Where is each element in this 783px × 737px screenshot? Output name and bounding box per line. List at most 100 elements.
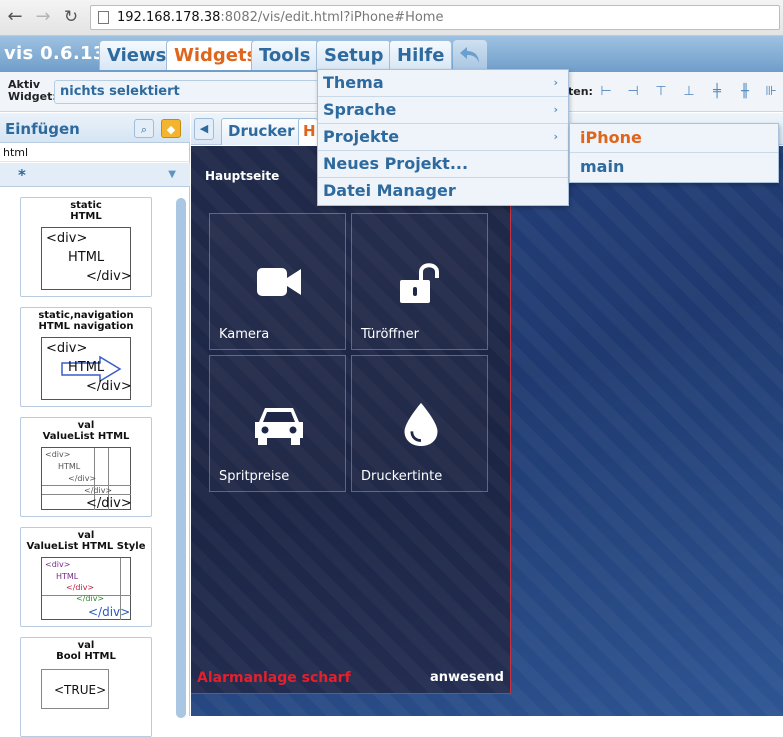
align-left-icon[interactable]: ⊢ — [599, 84, 613, 100]
widget-set-select[interactable]: * ▼ — [0, 163, 190, 187]
tab-view-home[interactable]: H — [298, 118, 318, 145]
tile-tueroeffner[interactable]: Türöffner — [351, 213, 488, 350]
preview-line: HTML — [58, 462, 81, 471]
align-label: ten: — [568, 85, 593, 98]
tile-kamera[interactable]: Kamera — [209, 213, 346, 350]
widget-preview: <div> HTML </div> </div> </div> — [41, 447, 132, 511]
project-item-main[interactable]: main — [570, 153, 778, 182]
widget-preview: <div> HTML </div> — [41, 337, 132, 400]
insert-panel: Einfügen ⌕ ◆ html * ▼ static HTML <div> … — [0, 113, 190, 737]
align-middle-icon[interactable]: ╫ — [738, 84, 752, 100]
palette-item-title: val ValueList HTML Style — [21, 528, 151, 552]
url-path: :8082/vis/edit.html?iPhone#Home — [220, 10, 444, 25]
menu-item-projekte[interactable]: Projekte › — [318, 124, 568, 151]
address-bar[interactable]: 192.168.178.38:8082/vis/edit.html?iPhone… — [90, 5, 780, 30]
setup-menu: Thema › Sprache › Projekte › Neues Proje… — [317, 69, 569, 206]
chevron-right-icon: › — [553, 130, 558, 143]
tile-label: Druckertinte — [361, 469, 443, 484]
palette-item-title: static HTML — [21, 198, 151, 222]
menu-item-label: Thema — [323, 73, 384, 92]
editor-canvas[interactable]: Hauptseite Kamera Türöffner Spritpreise … — [191, 146, 783, 716]
active-widget-label: Aktiv Widget: — [8, 79, 57, 103]
align-top-icon[interactable]: ⊤ — [654, 84, 668, 100]
preview-line: HTML — [56, 572, 79, 581]
align-center-icon[interactable]: ╪ — [710, 84, 724, 100]
undo-icon[interactable] — [453, 40, 487, 70]
tab-views[interactable]: Views — [99, 40, 175, 70]
palette-item-bool-html[interactable]: val Bool HTML <TRUE> — [20, 637, 152, 737]
menu-item-sprache[interactable]: Sprache › — [318, 97, 568, 124]
projects-submenu: iPhone main — [569, 123, 779, 183]
insert-panel-title: Einfügen — [5, 120, 80, 138]
align-distribute-icon[interactable]: ⊪ — [764, 84, 778, 100]
align-right-icon[interactable]: ⊣ — [626, 84, 640, 100]
url-host: 192.168.178.38 — [117, 10, 221, 25]
palette-item-title: val Bool HTML — [21, 638, 151, 662]
widget-preview: <TRUE> — [41, 669, 109, 709]
palette-item-type: static — [70, 200, 102, 211]
tile-spritpreise[interactable]: Spritpreise — [209, 355, 346, 492]
menu-item-neues-projekt[interactable]: Neues Projekt... — [318, 151, 568, 178]
widget-filter-input[interactable]: html — [0, 144, 190, 162]
menu-item-label: Sprache — [323, 100, 397, 119]
chevron-left-icon[interactable]: ◀ — [194, 118, 214, 140]
search-icon[interactable]: ⌕ — [134, 119, 154, 138]
tab-setup[interactable]: Setup — [316, 40, 392, 70]
app-title: vis 0.6.13 — [4, 43, 106, 64]
palette-scrollbar[interactable] — [176, 198, 186, 718]
chevron-right-icon: › — [553, 76, 558, 89]
tab-hilfe[interactable]: Hilfe — [389, 40, 453, 70]
palette-item-title: static,navigation HTML navigation — [21, 308, 151, 332]
preview-line: <div> — [45, 560, 71, 569]
phone-view[interactable]: Hauptseite Kamera Türöffner Spritpreise … — [191, 146, 511, 694]
reload-icon[interactable]: ↻ — [60, 6, 82, 28]
palette-item-valuelist-html-style[interactable]: val ValueList HTML Style <div> HTML </di… — [20, 527, 152, 627]
video-camera-icon — [257, 268, 301, 296]
tile-label: Türöffner — [361, 327, 419, 342]
widget-set-value: * — [18, 166, 26, 184]
palette-item-type: val — [77, 640, 95, 651]
preview-line: </div> — [86, 269, 132, 284]
chevron-right-icon: › — [553, 103, 558, 116]
active-label-line2: Widget: — [8, 90, 57, 103]
preview-line: </div> — [66, 583, 95, 592]
palette-item-title: val ValueList HTML — [21, 418, 151, 442]
menu-item-label: Neues Projekt... — [323, 154, 469, 173]
preview-line: </div> — [86, 496, 132, 511]
palette-scroll-thumb[interactable] — [176, 198, 186, 718]
ink-drop-icon — [404, 402, 438, 446]
menu-item-datei-manager[interactable]: Datei Manager — [318, 178, 568, 205]
preview-line: </div> — [76, 594, 105, 603]
browser-toolbar: ← → ↻ 192.168.178.38:8082/vis/edit.html?… — [0, 0, 783, 36]
preview-line: </div> — [86, 379, 132, 394]
palette-item-html-navigation[interactable]: static,navigation HTML navigation <div> … — [20, 307, 152, 407]
palette-item-name: ValueList HTML — [42, 431, 130, 442]
palette-item-name: Bool HTML — [56, 651, 116, 662]
align-bottom-icon[interactable]: ⊥ — [682, 84, 696, 100]
forward-arrow-icon[interactable]: → — [32, 6, 54, 28]
project-item-iphone[interactable]: iPhone — [570, 124, 778, 153]
insert-panel-header: Einfügen ⌕ ◆ — [0, 113, 190, 143]
app-header: vis 0.6.13 Views Widgets Tools Setup Hil… — [0, 36, 783, 72]
menu-item-thema[interactable]: Thema › — [318, 70, 568, 97]
widget-preview: <div> HTML </div> — [41, 227, 132, 290]
tab-view-drucker[interactable]: Drucker — [221, 118, 302, 145]
unlock-icon — [400, 263, 439, 303]
back-arrow-icon[interactable]: ← — [4, 6, 26, 28]
preview-line: HTML — [68, 250, 105, 265]
presence-status: anwesend — [430, 670, 504, 685]
palette-item-static-html[interactable]: static HTML <div> HTML </div> — [20, 197, 152, 297]
preview-line: <div> — [46, 341, 88, 356]
preview-line: </div> — [84, 486, 113, 495]
preview-line: <div> — [46, 231, 88, 246]
preview-line: </div> — [68, 474, 97, 483]
preview-line: <TRUE> — [54, 683, 107, 697]
active-widget-select[interactable]: nichts selektiert — [54, 80, 319, 104]
tile-label: Spritpreise — [219, 469, 290, 484]
palette-item-valuelist-html[interactable]: val ValueList HTML <div> HTML </div> </d… — [20, 417, 152, 517]
tab-tools[interactable]: Tools — [251, 40, 319, 70]
tag-icon[interactable]: ◆ — [161, 119, 181, 138]
preview-line: HTML — [68, 360, 105, 375]
palette-item-type: val — [77, 530, 95, 541]
tile-druckertinte[interactable]: Druckertinte — [351, 355, 488, 492]
